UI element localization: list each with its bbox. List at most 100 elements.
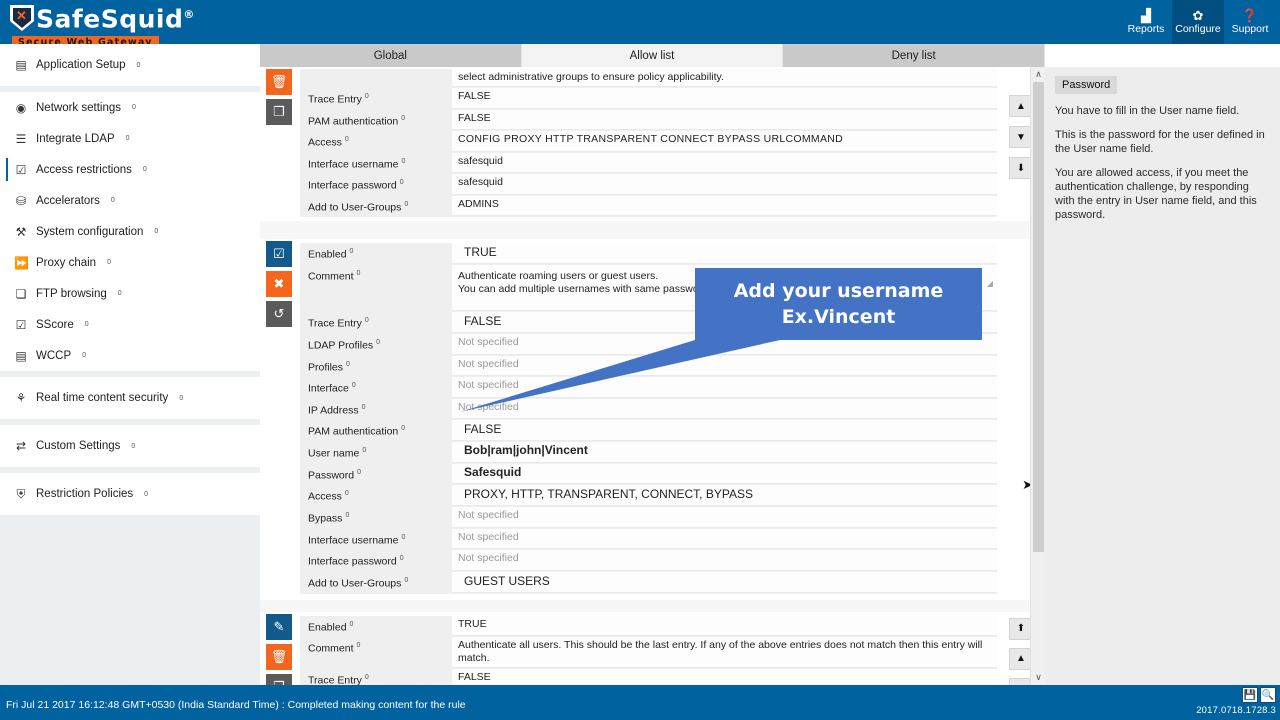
row-help-badge[interactable]: 0 — [365, 93, 369, 100]
sidebar-item-label: System configuration — [36, 225, 144, 238]
scroll-up-arrow[interactable]: ∧ — [1031, 67, 1046, 82]
row-help-badge[interactable]: 0 — [350, 621, 354, 628]
sidebar-item-real-time-content-security[interactable]: ⚘ Real time content security 0 — [0, 377, 260, 419]
table-row: User name 0 Bob|ram|john|Vincent — [300, 442, 997, 464]
sidebar-item-badge: 0 — [131, 442, 136, 450]
sidebar-item-custom-settings[interactable]: ⇄ Custom Settings 0 — [0, 425, 260, 467]
table-row: Interface password 0 Not specified — [300, 550, 997, 572]
row-value[interactable]: Not specified — [452, 550, 997, 571]
row-value[interactable]: ADMINS — [452, 195, 997, 216]
sidebar-item-system-configuration[interactable]: ⚒ System configuration 0 — [0, 216, 260, 247]
row-help-badge[interactable]: 0 — [400, 179, 404, 186]
row-value[interactable]: Not specified — [452, 377, 997, 398]
sidebar-item-ftp-browsing[interactable]: ❏ FTP browsing 0 — [0, 278, 260, 309]
sidebar-item-proxy-chain[interactable]: ⏩ Proxy chain 0 — [0, 247, 260, 278]
delete-button[interactable]: 🗑 — [266, 643, 292, 670]
brand-logo: ✕ SafeSquid® Secure Web Gateway — [8, 2, 194, 50]
copy-button[interactable]: ❐ — [266, 673, 292, 685]
scroll-down-arrow[interactable]: ∨ — [1031, 670, 1046, 685]
row-help-badge[interactable]: 0 — [401, 115, 405, 122]
checkbox-icon: ☑ — [15, 162, 27, 177]
row-help-badge[interactable]: 0 — [350, 248, 354, 255]
row-value[interactable]: FALSE — [452, 312, 997, 333]
row-value[interactable]: FALSE — [452, 669, 997, 685]
save-button[interactable]: ☑ — [266, 241, 292, 267]
row-value[interactable]: TRUE — [452, 615, 997, 636]
sidebar-item-application-setup[interactable]: ▤ Application Setup 0 — [0, 44, 260, 86]
table-row: Trace Entry 0 FALSE — [300, 312, 997, 334]
row-help-badge[interactable]: 0 — [357, 469, 361, 476]
row-value[interactable]: Not specified — [452, 507, 997, 528]
row-help-badge[interactable]: 0 — [401, 534, 405, 541]
row-help-badge[interactable]: 0 — [346, 361, 350, 368]
sidebar-item-integrate-ldap[interactable]: ☰ Integrate LDAP 0 — [0, 123, 260, 154]
nav-support[interactable]: ❓ Support — [1224, 0, 1276, 44]
copy-button[interactable]: ❐ — [266, 99, 292, 125]
password-field[interactable]: Safesquid — [452, 463, 997, 484]
search-icon[interactable]: 🔍 — [1260, 687, 1276, 703]
row-value[interactable]: safesquid — [452, 174, 997, 195]
row-value[interactable]: FALSE — [452, 88, 997, 109]
row-value[interactable]: Not specified — [452, 528, 997, 549]
row-help-badge[interactable]: 0 — [345, 512, 349, 519]
sidebar-item-sscore[interactable]: ☑ SScore 0 — [0, 309, 260, 340]
row-value[interactable]: safesquid — [452, 152, 997, 173]
row-help-badge[interactable]: 0 — [345, 490, 349, 497]
nav-reports[interactable]: ▟ Reports — [1120, 0, 1172, 44]
sidebar-item-badge: 0 — [110, 197, 115, 204]
sidebar-item-badge: 0 — [117, 290, 122, 297]
row-help-badge[interactable]: 0 — [352, 382, 356, 389]
row-help-badge[interactable]: 0 — [400, 555, 404, 562]
resize-grip-icon[interactable]: ◢ — [987, 279, 993, 598]
sidebar-item-access-restrictions[interactable]: ☑ Access restrictions 0 — [0, 154, 260, 185]
row-help-badge[interactable]: 0 — [376, 339, 380, 346]
row-value[interactable]: FALSE — [452, 420, 997, 441]
edit-button[interactable]: ✎ — [266, 613, 292, 640]
sidebar-item-label: Network settings — [36, 101, 122, 114]
sidebar-item-restriction-policies[interactable]: ⛨ Restriction Policies 0 — [0, 473, 260, 515]
row-value[interactable]: Authenticate roaming users or guest user… — [452, 265, 997, 311]
row-help-badge[interactable]: 0 — [365, 317, 369, 324]
nav-configure[interactable]: ✿ Configure — [1172, 0, 1224, 44]
scrollbar-thumb[interactable] — [1033, 82, 1044, 552]
content-scrollbar[interactable]: ∧ ∨ — [1030, 67, 1045, 685]
row-value[interactable]: CONFIG PROXY HTTP TRANSPARENT CONNECT BY… — [452, 131, 997, 152]
sidebar-item-badge: 0 — [84, 321, 89, 328]
status-bar: Fri Jul 21 2017 16:12:48 GMT+0530 (India… — [0, 685, 1280, 720]
row-help-badge[interactable]: 0 — [404, 577, 408, 584]
row-value[interactable]: Not specified — [452, 334, 997, 355]
tab-allow-list[interactable]: Allow list — [521, 44, 784, 67]
row-help-badge[interactable]: 0 — [345, 136, 349, 143]
row-help-badge[interactable]: 0 — [401, 425, 405, 432]
cancel-button[interactable]: ✖ — [266, 271, 292, 297]
row-help-badge[interactable]: 0 — [401, 158, 405, 165]
row-help-badge[interactable]: 0 — [362, 447, 366, 454]
row-value[interactable]: select administrative groups to ensure p… — [452, 69, 997, 87]
sidebar-item-wccp[interactable]: ▤ WCCP 0 — [0, 340, 260, 371]
row-help-badge[interactable]: 0 — [365, 674, 369, 681]
row-help-badge[interactable]: 0 — [404, 201, 408, 208]
username-field[interactable]: Bob|ram|john|Vincent — [452, 442, 997, 463]
row-value[interactable]: GUEST USERS — [452, 571, 997, 593]
delete-button[interactable]: 🗑 — [266, 69, 292, 95]
row-help-badge[interactable]: 0 — [357, 642, 361, 649]
tab-deny-list[interactable]: Deny list — [783, 44, 1046, 67]
row-label: Access 0 — [300, 485, 452, 506]
row-value[interactable]: Not specified — [452, 398, 997, 419]
save-icon[interactable]: 💾 — [1242, 687, 1258, 703]
row-value[interactable]: TRUE — [452, 243, 997, 264]
sidebar-item-accelerators[interactable]: ⛁ Accelerators 0 — [0, 185, 260, 216]
tab-global[interactable]: Global — [260, 44, 522, 67]
sidebar-item-network-settings[interactable]: ◉ Network settings 0 — [0, 92, 260, 123]
sidebar-item-label: Application Setup — [36, 59, 126, 71]
sidebar-group-policies: ⛨ Restriction Policies 0 — [0, 473, 260, 515]
row-value[interactable]: FALSE — [452, 109, 997, 130]
row-help-badge[interactable]: 0 — [357, 270, 361, 277]
row-value[interactable]: Not specified — [452, 355, 997, 376]
row-value[interactable]: PROXY, HTTP, TRANSPARENT, CONNECT, BYPAS… — [452, 485, 997, 506]
reset-button[interactable]: ↺ — [266, 301, 292, 327]
row-help-badge[interactable]: 0 — [362, 404, 366, 411]
table-row: PAM authentication 0 FALSE — [300, 109, 997, 131]
rule-card-admins: 🗑 ❐ select administrative groups to ensu… — [260, 67, 1045, 221]
row-value[interactable]: Authenticate all users. This should be t… — [452, 637, 997, 668]
